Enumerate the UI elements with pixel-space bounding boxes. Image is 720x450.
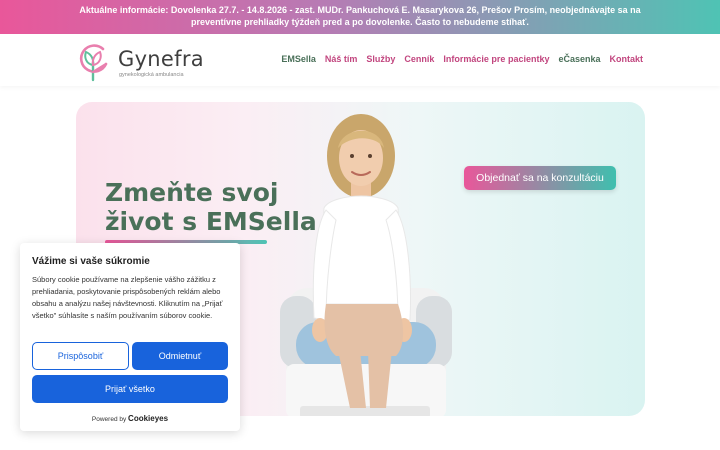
cookie-description: Súbory cookie používame na zlepšenie váš… [32,275,223,320]
nav-item-emsella[interactable]: EMSella [281,54,316,64]
announcement-line-1: Aktuálne informácie: Dovolenka 27.7. - 1… [79,5,641,15]
cookie-consent-banner: Vážime si vaše súkromie Súbory cookie po… [20,243,240,431]
nav-item-informácie-pre-pacientky[interactable]: Informácie pre pacientky [443,54,549,64]
site-header: Gynefra gynekologická ambulancia EMSella… [0,34,720,86]
nav-item-náš-tím[interactable]: Náš tím [325,54,358,64]
logo-mark-icon [79,44,108,82]
announcement-bar: Aktuálne informácie: Dovolenka 27.7. - 1… [0,0,720,34]
powered-by-label: Powered by [91,416,127,423]
main-nav: EMSella Náš tím Služby Cenník Informácie pre… [281,54,643,64]
cookie-title: Vážime si vaše súkromie [32,256,150,267]
logo-name: Gynefra [118,47,204,71]
nav-item-ečasenka[interactable]: eČasenka [558,54,600,64]
cookieyes-logo: Cookieyes [128,414,169,423]
nav-item-kontakt[interactable]: Kontakt [610,54,644,64]
cookie-accept-all-button[interactable]: Prijať všetko [32,375,228,403]
cookie-powered-by[interactable]: Powered by Cookieyes [20,414,240,423]
nav-item-služby[interactable]: Služby [366,54,395,64]
logo-subtitle: gynekologická ambulancia [119,72,184,78]
nav-item-cenník[interactable]: Cenník [404,54,434,64]
book-consultation-button[interactable]: Objednať sa na konzultáciu [464,166,616,190]
site-logo[interactable]: Gynefra gynekologická ambulancia [76,40,206,82]
hero-woman-image [280,114,452,416]
announcement-line-2: preventívne prehliadky týždeň pred a po … [191,17,529,27]
cookie-reject-button[interactable]: Odmietnuť [132,342,228,370]
cookie-customize-button[interactable]: Prispôsobiť [32,342,129,370]
